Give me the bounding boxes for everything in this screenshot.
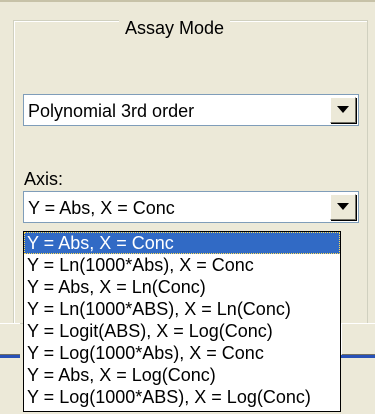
axis-option[interactable]: Y = Abs, X = Log(Conc): [24, 364, 340, 386]
axis-select[interactable]: Y = Abs, X = Conc: [23, 191, 359, 223]
background-accent-line: [341, 355, 375, 358]
axis-dropdown-list: Y = Abs, X = Conc Y = Ln(1000*Abs), X = …: [23, 231, 341, 412]
assay-mode-value: Polynomial 3rd order: [28, 101, 195, 121]
axis-label: Axis:: [24, 169, 64, 189]
axis-option[interactable]: Y = Log(1000*Abs), X = Conc: [24, 342, 340, 364]
chevron-down-icon: [337, 203, 349, 210]
axis-option[interactable]: Y = Ln(1000*Abs), X = Conc: [24, 254, 340, 276]
axis-option[interactable]: Y = Log(1000*ABS), X = Log(Conc): [24, 386, 340, 408]
axis-value: Y = Abs, X = Conc: [28, 198, 175, 218]
background-button-left: [0, 323, 20, 356]
assay-mode-dropdown-button[interactable]: [330, 97, 356, 123]
axis-option[interactable]: Y = Ln(1000*ABS), X = Ln(Conc): [24, 298, 340, 320]
groupbox-title: Assay Mode: [119, 18, 231, 38]
background-accent-line: [0, 355, 20, 358]
background-button-right: [341, 323, 375, 356]
assay-mode-select[interactable]: Polynomial 3rd order: [23, 94, 359, 126]
chevron-down-icon: [337, 106, 349, 113]
panel-top-border: [0, 0, 375, 2]
axis-option[interactable]: Y = Logit(ABS), X = Log(Conc): [24, 320, 340, 342]
axis-option[interactable]: Y = Abs, X = Conc: [24, 232, 340, 254]
axis-option[interactable]: Y = Abs, X = Ln(Conc): [24, 276, 340, 298]
axis-dropdown-button[interactable]: [330, 194, 356, 220]
